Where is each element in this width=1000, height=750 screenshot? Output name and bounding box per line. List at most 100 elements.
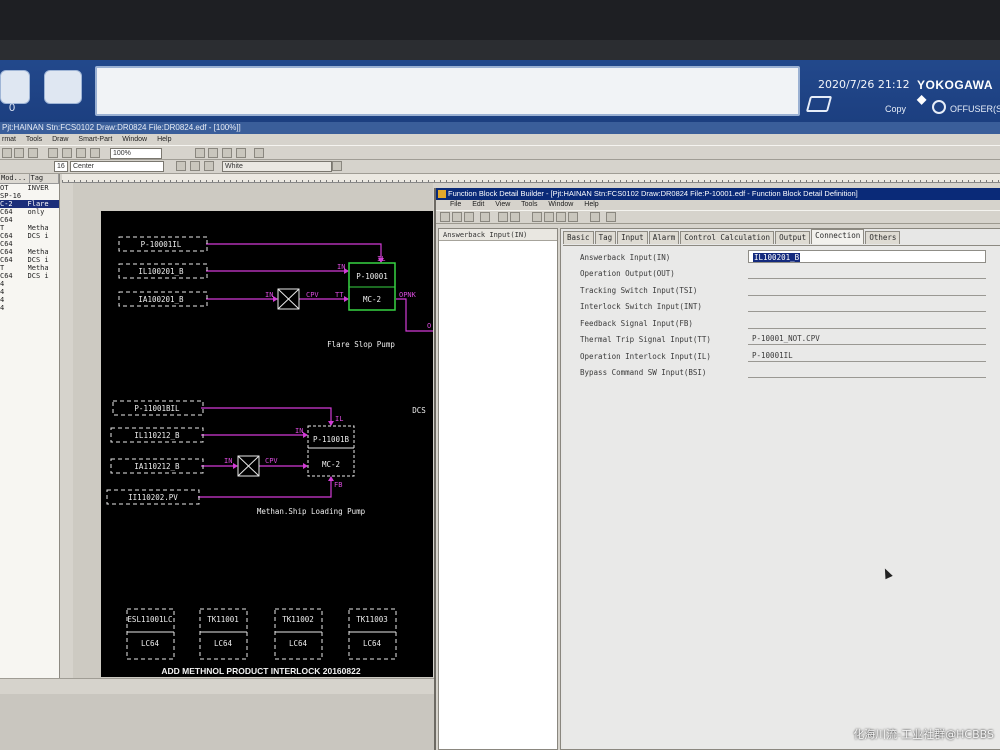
tag-list-row[interactable]: C-2 Flare bbox=[0, 200, 59, 208]
help-icon[interactable] bbox=[606, 212, 616, 222]
grid-icon[interactable] bbox=[48, 148, 58, 158]
bypass-command-input-field[interactable] bbox=[748, 365, 986, 378]
zoom-select[interactable]: 100% bbox=[110, 148, 162, 159]
triangle-icon[interactable] bbox=[236, 148, 246, 158]
tag-list-row[interactable]: 4 bbox=[0, 296, 59, 304]
lc-type: LC64 bbox=[214, 639, 233, 648]
tag-list-row[interactable]: C64 bbox=[0, 216, 59, 224]
operation-guide-icon[interactable] bbox=[44, 70, 82, 104]
tag-list-row[interactable]: 4 bbox=[0, 288, 59, 296]
pen-icon[interactable] bbox=[222, 148, 232, 158]
copy-icon[interactable] bbox=[2, 148, 12, 158]
drawing-area[interactable]: P-10001IL IL100201_B IA100201_B P-10001 … bbox=[73, 183, 433, 733]
feedback-signal-input-field[interactable] bbox=[748, 316, 986, 329]
block-label: IL110212_B bbox=[134, 431, 180, 440]
horizontal-ruler bbox=[62, 174, 1000, 183]
menu-file[interactable]: File bbox=[450, 201, 461, 208]
menu-view[interactable]: View bbox=[495, 201, 510, 208]
tag-list-row[interactable]: C64 DCS i bbox=[0, 256, 59, 264]
tab-input[interactable]: Input bbox=[617, 231, 648, 244]
answerback-input-field[interactable]: IL100201_B bbox=[748, 250, 986, 263]
open-icon[interactable] bbox=[440, 212, 450, 222]
menu-edit[interactable]: Edit bbox=[472, 201, 484, 208]
zoom-out-icon[interactable] bbox=[76, 148, 86, 158]
tag-list-row[interactable]: OT INVER bbox=[0, 184, 59, 192]
tag-list-row[interactable]: SP-16 bbox=[0, 192, 59, 200]
tag-list-row[interactable]: T Metha bbox=[0, 224, 59, 232]
mouse-cursor-icon bbox=[881, 566, 893, 580]
tab-control-calculation[interactable]: Control Calculation bbox=[680, 231, 775, 244]
line-icon[interactable] bbox=[254, 148, 264, 158]
tab-connection[interactable]: Connection bbox=[811, 229, 865, 244]
tracking-switch-input-field[interactable] bbox=[748, 283, 986, 296]
tab-basic[interactable]: Basic bbox=[563, 231, 594, 244]
zoom-fit-icon[interactable] bbox=[90, 148, 100, 158]
font-size-select[interactable]: 16 bbox=[54, 161, 68, 172]
interlock-diagram[interactable]: P-10001IL IL100201_B IA100201_B P-10001 … bbox=[101, 211, 433, 677]
menu-draw[interactable]: Draw bbox=[52, 136, 68, 143]
copy-icon[interactable] bbox=[544, 212, 554, 222]
item-list-header[interactable]: Answerback Input(IN) bbox=[439, 229, 557, 241]
field-label: Interlock Switch Input(INT) bbox=[580, 302, 702, 311]
copy-button[interactable]: Copy bbox=[885, 104, 906, 114]
tab-output[interactable]: Output bbox=[775, 231, 811, 244]
tag-list-row[interactable]: 4 bbox=[0, 280, 59, 288]
user-icon[interactable] bbox=[932, 100, 946, 114]
save-icon[interactable] bbox=[452, 212, 462, 222]
message-icon[interactable] bbox=[0, 70, 30, 104]
menu-window[interactable]: Window bbox=[122, 136, 147, 143]
underline-icon[interactable] bbox=[204, 161, 214, 171]
cut-icon[interactable] bbox=[532, 212, 542, 222]
tag-list-row[interactable]: C64 Metha bbox=[0, 248, 59, 256]
menu-help[interactable]: Help bbox=[157, 136, 171, 143]
pointer-icon[interactable] bbox=[195, 148, 205, 158]
system-message-banner[interactable] bbox=[95, 66, 800, 116]
tag-list-row[interactable]: C64 DCS i bbox=[0, 272, 59, 280]
print-icon[interactable] bbox=[480, 212, 490, 222]
graphic-canvas[interactable]: P-10001IL IL100201_B IA100201_B P-10001 … bbox=[101, 211, 433, 677]
format-toolbar: 16 Center White bbox=[0, 160, 1000, 174]
paste-icon[interactable] bbox=[14, 148, 24, 158]
tab-others[interactable]: Others bbox=[865, 231, 901, 244]
find-icon[interactable] bbox=[510, 212, 520, 222]
menu-help[interactable]: Help bbox=[584, 201, 598, 208]
paste-icon[interactable] bbox=[556, 212, 566, 222]
pin-tt: TT bbox=[335, 291, 344, 299]
menu-smart-part[interactable]: Smart-Part bbox=[78, 136, 112, 143]
tag-list-row[interactable]: C64 DCS i bbox=[0, 232, 59, 240]
rotate-icon[interactable] bbox=[208, 148, 218, 158]
tag-list-panel[interactable]: Mod... Tag OT INVER SP-16 C-2 Flare C64 only C6… bbox=[0, 174, 60, 730]
text-align-select[interactable]: Center bbox=[70, 161, 164, 172]
tag-list-row[interactable]: 4 bbox=[0, 304, 59, 312]
tab-tag[interactable]: Tag bbox=[594, 231, 617, 244]
color-dropdown-icon[interactable] bbox=[332, 161, 342, 171]
tab-alarm[interactable]: Alarm bbox=[648, 231, 680, 244]
menu-tools[interactable]: Tools bbox=[521, 201, 537, 208]
dcs-label: DCS bbox=[412, 406, 426, 415]
zoom-in-icon[interactable] bbox=[62, 148, 72, 158]
color-select[interactable]: White bbox=[222, 161, 332, 172]
tag-list-row[interactable]: C64 bbox=[0, 240, 59, 248]
menu-format[interactable]: rmat bbox=[2, 136, 16, 143]
interlock-switch-input-field[interactable] bbox=[748, 299, 986, 312]
italic-icon[interactable] bbox=[190, 161, 200, 171]
print-preview-icon[interactable] bbox=[498, 212, 508, 222]
operation-interlock-input-field[interactable]: P-10001IL bbox=[748, 349, 986, 362]
window-switch-icon[interactable] bbox=[805, 96, 833, 112]
menu-tools[interactable]: Tools bbox=[26, 136, 42, 143]
undo-icon[interactable] bbox=[568, 212, 578, 222]
properties-icon[interactable] bbox=[590, 212, 600, 222]
bold-icon[interactable] bbox=[176, 161, 186, 171]
menu-window[interactable]: Window bbox=[548, 201, 573, 208]
thermal-trip-input-field[interactable]: P-10001_NOT.CPV bbox=[748, 332, 986, 345]
col-tag[interactable]: Tag bbox=[30, 174, 59, 183]
undo-icon[interactable] bbox=[28, 148, 38, 158]
item-list-panel[interactable]: Answerback Input(IN) bbox=[438, 228, 558, 750]
col-model[interactable]: Mod... bbox=[0, 174, 30, 183]
tag-list-row[interactable]: C64 only bbox=[0, 208, 59, 216]
pump-tag-mid: P-11001B bbox=[313, 435, 350, 444]
tag-model-cell: C64 bbox=[0, 240, 13, 248]
save-all-icon[interactable] bbox=[464, 212, 474, 222]
tag-list-row[interactable]: T Metha bbox=[0, 264, 59, 272]
operation-output-field[interactable] bbox=[748, 266, 986, 279]
